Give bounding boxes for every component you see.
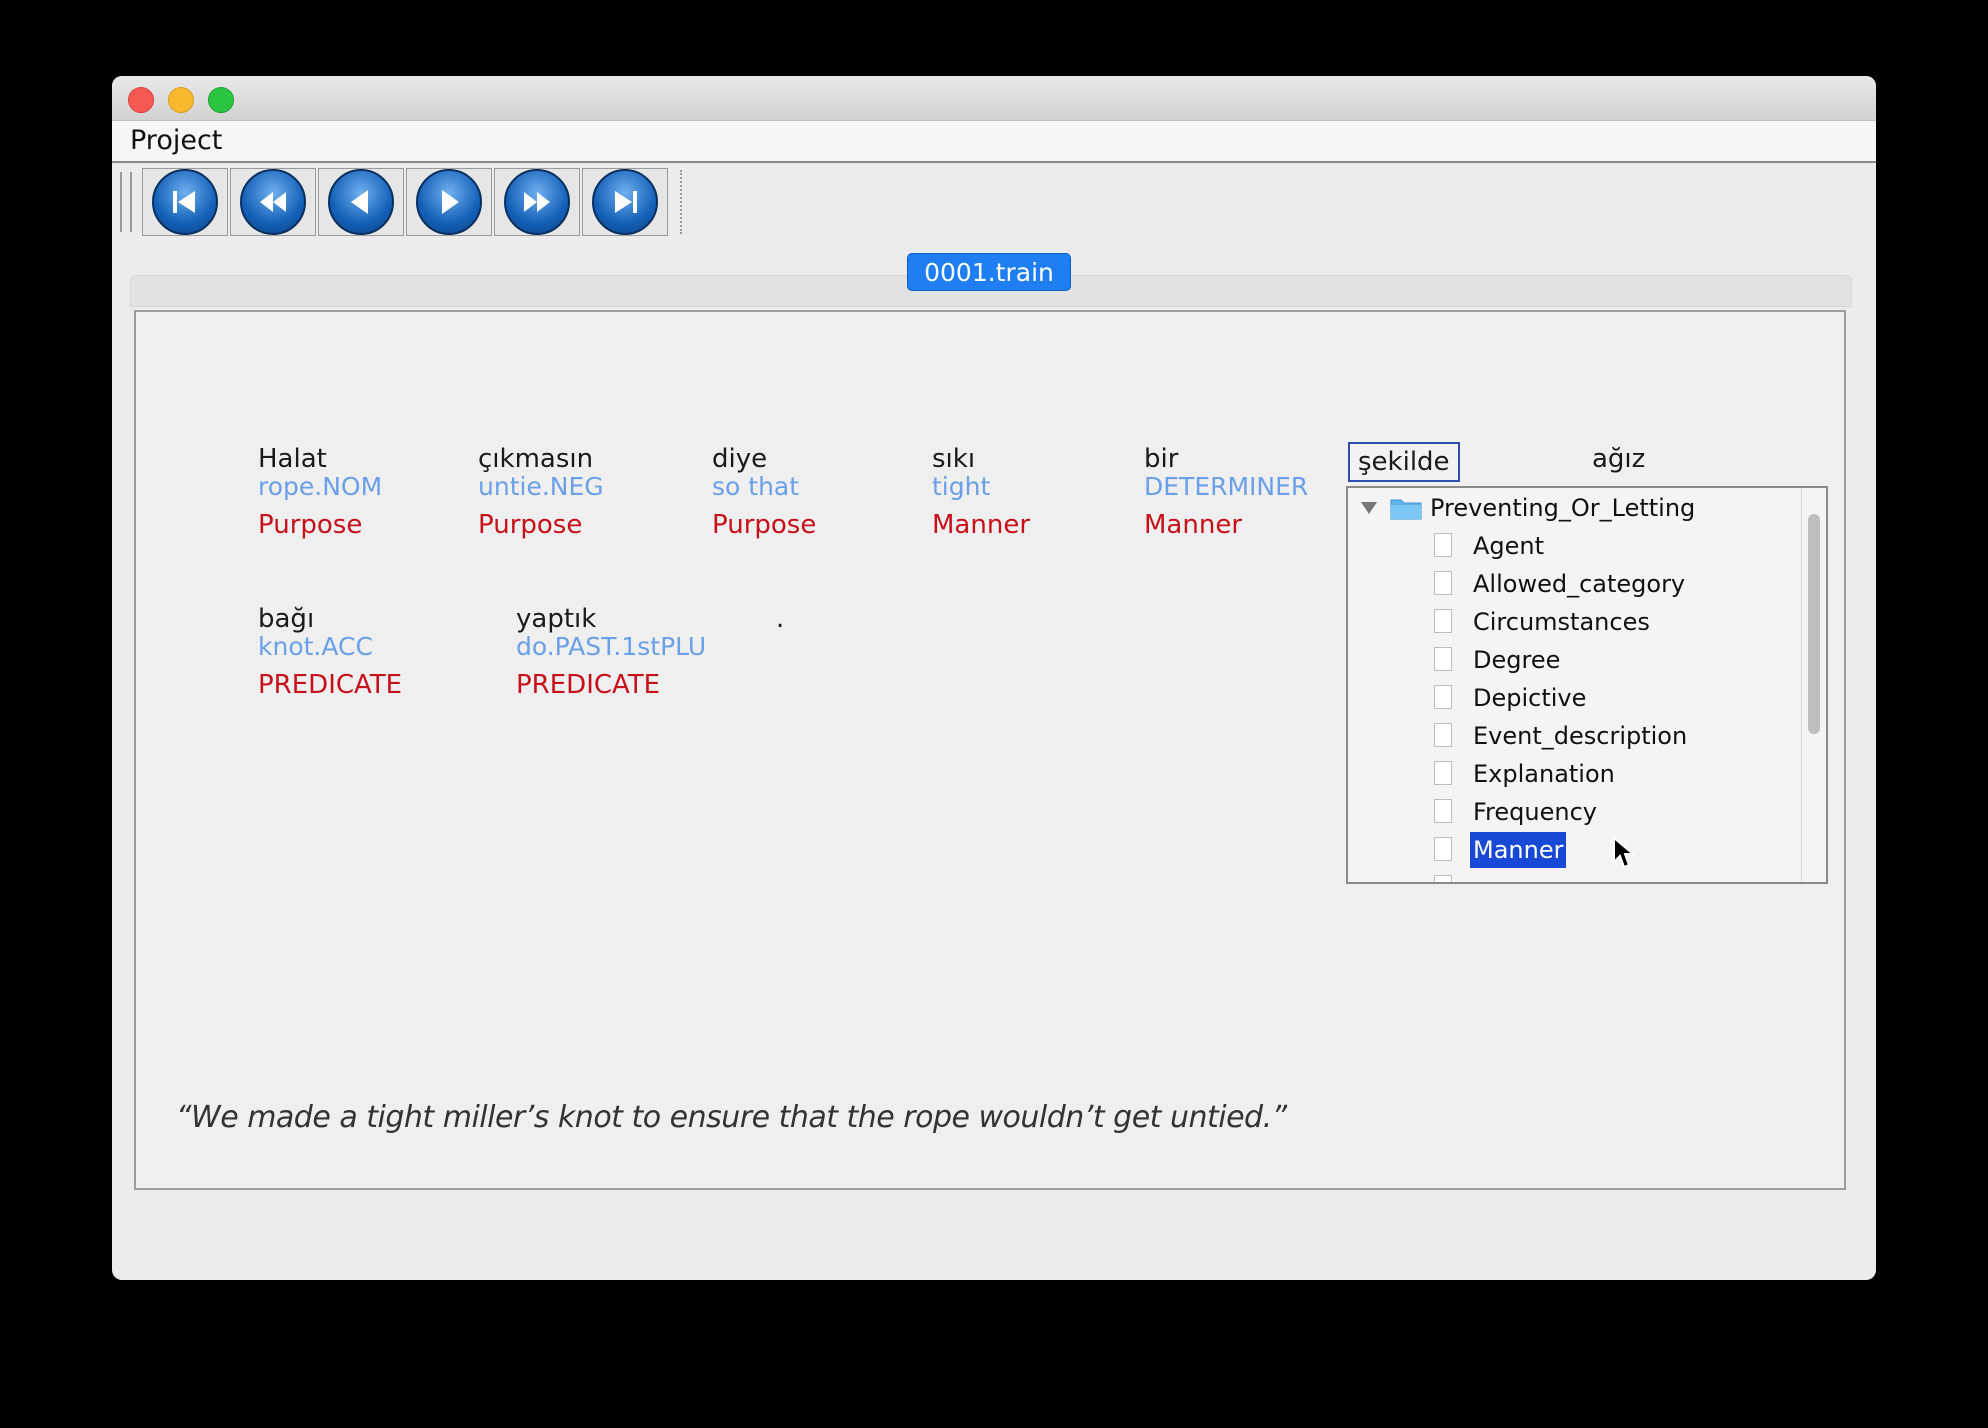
- tree-item[interactable]: Degree: [1434, 642, 1764, 678]
- forward-icon: [416, 169, 482, 235]
- translation-text: “We made a tight miller’s knot to ensure…: [176, 1100, 1287, 1135]
- word-role: PREDICATE: [516, 670, 661, 700]
- word-token[interactable]: yaptık do.PAST.1stPLU PREDICATE: [516, 604, 706, 700]
- minimize-window-button[interactable]: [168, 87, 194, 113]
- tree-item-label: Allowed_category: [1473, 570, 1686, 598]
- word-token[interactable]: Halat rope.NOM Purpose: [258, 444, 382, 540]
- mouse-cursor-icon: [1613, 836, 1636, 869]
- tree-item-label: Degree: [1473, 646, 1561, 674]
- zoom-window-button[interactable]: [208, 87, 234, 113]
- word-token[interactable]: çıkmasın untie.NEG Purpose: [478, 444, 604, 540]
- tree-item[interactable]: Event_description: [1434, 718, 1764, 754]
- tree-root-label: Preventing_Or_Letting: [1430, 494, 1696, 522]
- word-text: bir: [1144, 444, 1179, 474]
- last-button[interactable]: [582, 168, 668, 236]
- selected-word-token[interactable]: şekilde: [1348, 442, 1460, 482]
- document-icon: [1434, 571, 1452, 595]
- word-gloss: so that: [712, 472, 800, 501]
- tree-item-partial[interactable]: [1434, 870, 1764, 882]
- tab-0001-train[interactable]: 0001.train: [907, 253, 1071, 291]
- word-text: .: [776, 604, 785, 634]
- backward-button[interactable]: [318, 168, 404, 236]
- word-gloss: rope.NOM: [258, 472, 383, 501]
- word-role: Manner: [932, 510, 1031, 540]
- document-icon: [1434, 533, 1452, 557]
- word-role: PREDICATE: [258, 670, 403, 700]
- document-icon: [1434, 799, 1452, 823]
- word-token[interactable]: ağız: [1592, 444, 1645, 474]
- fast-forward-button[interactable]: [494, 168, 580, 236]
- fast-backward-icon: [240, 169, 306, 235]
- word-token[interactable]: diye so that Purpose: [712, 444, 816, 540]
- word-text: bağı: [258, 604, 315, 634]
- menu-project[interactable]: Project: [130, 125, 222, 156]
- tree-item[interactable]: Frequency: [1434, 794, 1764, 830]
- word-text: çıkmasın: [478, 444, 594, 474]
- role-selector-dropdown[interactable]: Preventing_Or_Letting Agent Allowed_cate…: [1346, 486, 1828, 884]
- first-button[interactable]: [142, 168, 228, 236]
- annotation-panel: Halat rope.NOM Purpose çıkmasın untie.NE…: [134, 310, 1846, 1190]
- word-gloss: knot.ACC: [258, 632, 373, 661]
- tree-item-selected[interactable]: Manner: [1434, 832, 1764, 868]
- toolbar-separator: [680, 170, 682, 234]
- tree-item[interactable]: Depictive: [1434, 680, 1764, 716]
- tree-item-label: Depictive: [1473, 684, 1587, 712]
- word-gloss: DETERMINER: [1144, 472, 1309, 501]
- tree-item[interactable]: Agent: [1434, 528, 1764, 564]
- document-icon: [1434, 761, 1452, 785]
- app-window: Project 0001.train Halat rope.NOM Purpos…: [112, 76, 1876, 1280]
- tree-item[interactable]: Allowed_category: [1434, 566, 1764, 602]
- word-role: Purpose: [258, 510, 363, 540]
- document-icon: [1434, 723, 1452, 747]
- forward-button[interactable]: [406, 168, 492, 236]
- word-gloss: do.PAST.1stPLU: [516, 632, 707, 661]
- tree-item-label: Agent: [1473, 532, 1545, 560]
- word-gloss: tight: [932, 472, 991, 501]
- word-role: Manner: [1144, 510, 1243, 540]
- document-icon: [1434, 875, 1452, 882]
- tree-item-label: Event_description: [1473, 722, 1688, 750]
- tree-item[interactable]: Explanation: [1434, 756, 1764, 792]
- tree-item-label: Manner: [1470, 832, 1567, 868]
- word-text: Halat: [258, 444, 327, 474]
- expand-triangle-icon[interactable]: [1360, 501, 1378, 515]
- document-icon: [1434, 647, 1452, 671]
- tree-item-label: Explanation: [1473, 760, 1615, 788]
- word-gloss: untie.NEG: [478, 472, 604, 501]
- menu-bar: Project: [112, 121, 1876, 163]
- scrollbar-thumb[interactable]: [1808, 514, 1820, 734]
- toolbar-grip[interactable]: [120, 172, 132, 232]
- document-icon: [1434, 609, 1452, 633]
- folder-icon: [1390, 499, 1422, 520]
- word-role: Purpose: [478, 510, 583, 540]
- tree-item-label: Circumstances: [1473, 608, 1650, 636]
- word-text: diye: [712, 444, 768, 474]
- tree-item[interactable]: Circumstances: [1434, 604, 1764, 640]
- word-text: ağız: [1592, 444, 1646, 474]
- fast-forward-icon: [504, 169, 570, 235]
- skip-last-icon: [592, 169, 658, 235]
- title-bar: [112, 76, 1876, 121]
- word-text: yaptık: [516, 604, 597, 634]
- word-token[interactable]: bir DETERMINER Manner: [1144, 444, 1308, 540]
- word-token[interactable]: sıkı tight Manner: [932, 444, 1030, 540]
- tree-root-row[interactable]: Preventing_Or_Letting: [1356, 490, 1796, 526]
- document-icon: [1434, 685, 1452, 709]
- close-window-button[interactable]: [128, 87, 154, 113]
- fast-backward-button[interactable]: [230, 168, 316, 236]
- dropdown-scrollbar[interactable]: [1801, 488, 1826, 882]
- word-token[interactable]: bağı knot.ACC PREDICATE: [258, 604, 402, 700]
- skip-first-icon: [152, 169, 218, 235]
- document-icon: [1434, 837, 1452, 861]
- backward-icon: [328, 169, 394, 235]
- word-token[interactable]: .: [776, 604, 784, 634]
- word-text: sıkı: [932, 444, 976, 474]
- word-role: Purpose: [712, 510, 817, 540]
- tree-item-label: Frequency: [1473, 798, 1597, 826]
